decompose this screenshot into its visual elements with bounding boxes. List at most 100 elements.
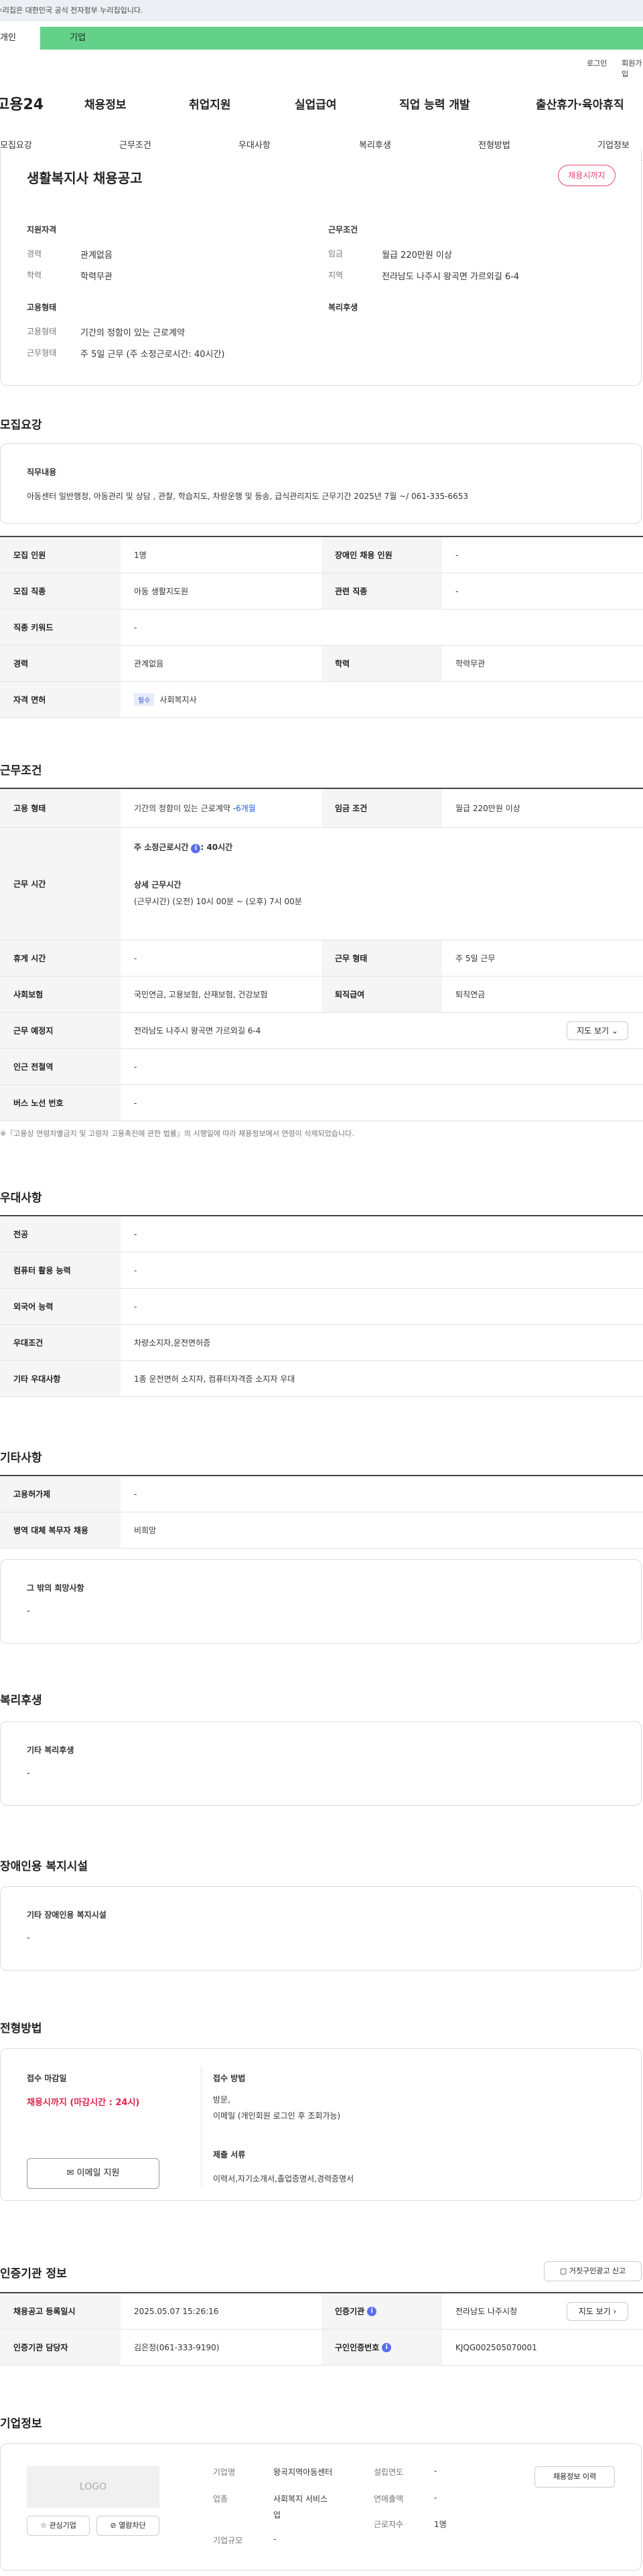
- method-value-2: 이메일 (개인회원 로그인 후 조회가능): [213, 2111, 341, 2121]
- history-button[interactable]: 채용정보 이력: [534, 2466, 615, 2488]
- join-link[interactable]: 회원가입: [622, 58, 643, 79]
- work-heading: 근무조건: [0, 764, 42, 778]
- info-icon[interactable]: i: [367, 2306, 377, 2316]
- emp-type-text: 기간의 정함이 있는 근로계약 -: [134, 804, 236, 813]
- disab-etc-heading: 기타 장애인용 복지시설: [27, 1910, 106, 1920]
- emp-label: 고용형태: [27, 327, 57, 336]
- row-label: 퇴직급여: [322, 977, 442, 1012]
- cert-map-label: 지도 보기: [578, 2307, 611, 2316]
- industry-label: 업종: [213, 2494, 228, 2504]
- welfare-etc-value: -: [27, 1768, 30, 1778]
- welfare-section-heading: 복리후생: [0, 1694, 42, 1707]
- other-wishes-heading: 그 밖의 희망사항: [27, 1583, 84, 1593]
- recruit-heading: 모집요강: [0, 419, 42, 432]
- table-row: 모집 직종 아동 생활지도원 관련 직종 -: [0, 573, 643, 610]
- nav-jobs[interactable]: 채용정보: [84, 95, 127, 112]
- deadline-heading: 접수 마감일: [27, 2074, 67, 2083]
- row-value: -: [134, 1229, 137, 1239]
- other-wishes-card: [0, 1559, 642, 1644]
- user-tab-company[interactable]: 기업: [40, 27, 643, 50]
- sales-label: 연매출액: [374, 2494, 404, 2504]
- company-name-value: 왕곡지역아동센터: [273, 2467, 333, 2477]
- cert-heading: 인증기관 정보: [0, 2267, 67, 2281]
- hours-detail-heading: 상세 근무시간: [134, 880, 182, 889]
- row-label: 인증기관 담당자: [0, 2330, 121, 2365]
- row-label: 기타 우대사항: [0, 1361, 121, 1397]
- chevron-right-icon: ›: [613, 2307, 617, 2316]
- block-icon: ⊘: [110, 2521, 117, 2530]
- established-value: -: [434, 2466, 437, 2476]
- period-link[interactable]: 6개월: [236, 802, 256, 814]
- hours-detail: (근무시간) (오전) 10시 00분 ~ (오후) 7시 00분: [134, 897, 302, 906]
- table-row: 경력 관계없음 학력 학력무관: [0, 646, 643, 682]
- required-tag: 필수: [134, 693, 155, 706]
- report-button[interactable]: ▢ 거짓구인광고 신고: [544, 2261, 642, 2281]
- table-row: 외국어 능력 -: [0, 1289, 643, 1325]
- block-button[interactable]: ⊘ 열람차단: [96, 2516, 159, 2536]
- login-link[interactable]: 로그인: [587, 58, 607, 68]
- row-label: 병역 대체 복무자 채용: [0, 1512, 121, 1548]
- welfare-card: [0, 1721, 642, 1806]
- table-row: 직종 키워드 -: [0, 610, 643, 646]
- company-name-label: 기업명: [213, 2467, 236, 2477]
- info-icon[interactable]: i: [382, 2342, 392, 2352]
- table-row: 버스 노선 번호 -: [0, 1085, 643, 1121]
- row-label: 우대조건: [0, 1325, 121, 1360]
- table-row: 병역 대체 복무자 채용 비희망: [0, 1512, 643, 1549]
- row-label: 학력: [322, 646, 442, 681]
- cert-table: 채용공고 등록일시 2025.05.07 15:26:16 인증기관 i 전라남도…: [0, 2292, 643, 2366]
- row-value: 국민연금, 고용보험, 산재보험, 건강보험: [134, 990, 268, 999]
- email-apply-button[interactable]: ✉ 이메일 지원: [27, 2158, 159, 2189]
- row-value: 관계없음: [134, 659, 164, 668]
- gov-notice-bar: 이 누리집은 대한민국 공식 전자정부 누리집입니다.: [0, 0, 643, 21]
- row-value: 전라남도 나주시청: [455, 2307, 518, 2316]
- document-icon: ▢: [559, 2267, 567, 2275]
- row-label: 경력: [0, 646, 121, 681]
- favorite-label: 관심기업: [49, 2521, 76, 2530]
- report-button-label: 거짓구인광고 신고: [569, 2267, 626, 2275]
- row-label: 채용공고 등록일시: [0, 2293, 121, 2329]
- nav-vocational-training[interactable]: 직업 능력 개발: [399, 95, 470, 112]
- favorite-button[interactable]: ☆ 관심기업: [27, 2516, 90, 2536]
- emp-value: 기간의 정함이 있는 근로계약: [80, 328, 185, 338]
- row-value: 1종 운전면허 소지자, 컴퓨터자격증 소지자 우대: [134, 1374, 295, 1384]
- career-label: 경력: [27, 249, 42, 259]
- row-label: 외국어 능력: [0, 1289, 121, 1324]
- table-row: 고용 형태 기간의 정함이 있는 근로계약 - 6개월 임금 조건 월급 220…: [0, 789, 643, 828]
- table-row: 근무 예정지 전라남도 나주시 왕곡면 가르외길 6-4 지도 보기 ⌄: [0, 1013, 643, 1049]
- work-value: 주 5일 근무 (주 소정근로시간: 40시간): [80, 350, 225, 360]
- row-value: 기간의 정함이 있는 근로계약 - 6개월: [134, 789, 308, 827]
- pref-heading: 우대사항: [0, 1192, 42, 1205]
- row-label: 인증기관 i: [322, 2293, 442, 2329]
- nav-employment-support[interactable]: 취업지원: [189, 95, 231, 112]
- pay-label: 임금: [328, 249, 344, 259]
- size-label: 기업규모: [213, 2536, 243, 2545]
- status-badge: 채용시까지: [558, 165, 616, 186]
- cert-no-label: 구인인증번호: [335, 2343, 380, 2352]
- cert-map-button[interactable]: 지도 보기 ›: [567, 2302, 628, 2321]
- sales-value: -: [434, 2493, 437, 2502]
- license-value: 사회복지사: [159, 695, 197, 705]
- row-label: 모집 인원: [0, 537, 121, 573]
- row-label: 임금 조건: [322, 789, 442, 827]
- row-value: 퇴직연금: [455, 990, 486, 999]
- row-label: 근무 형태: [322, 940, 442, 976]
- row-label: 고용 형태: [0, 789, 121, 827]
- site-logo[interactable]: 고용24: [0, 92, 44, 114]
- table-row: 인근 전철역 -: [0, 1049, 643, 1085]
- row-value: 월급 220만원 이상: [455, 804, 520, 813]
- area-label: 지역: [328, 271, 344, 280]
- area-value: 전라남도 나주시 왕곡면 가르외길 6-4: [382, 272, 520, 282]
- nav-unemployment-benefit[interactable]: 실업급여: [295, 95, 337, 112]
- disab-card: [0, 1886, 642, 1971]
- row-label: 직종 키워드: [0, 610, 121, 645]
- method-value-1: 방문,: [213, 2095, 230, 2104]
- map-button[interactable]: 지도 보기 ⌄: [567, 1021, 628, 1040]
- nav-parental-leave[interactable]: 출산휴가·육아휴직: [536, 95, 624, 112]
- info-icon[interactable]: i: [191, 844, 201, 853]
- edu-value: 학력무관: [80, 272, 113, 282]
- row-label: 근무 예정지: [0, 1013, 121, 1048]
- career-value: 관계없음: [80, 251, 113, 261]
- etc-table: 고용허가제 - 병역 대체 복무자 채용 비희망: [0, 1475, 643, 1549]
- user-tab-personal[interactable]: 개인: [0, 27, 40, 50]
